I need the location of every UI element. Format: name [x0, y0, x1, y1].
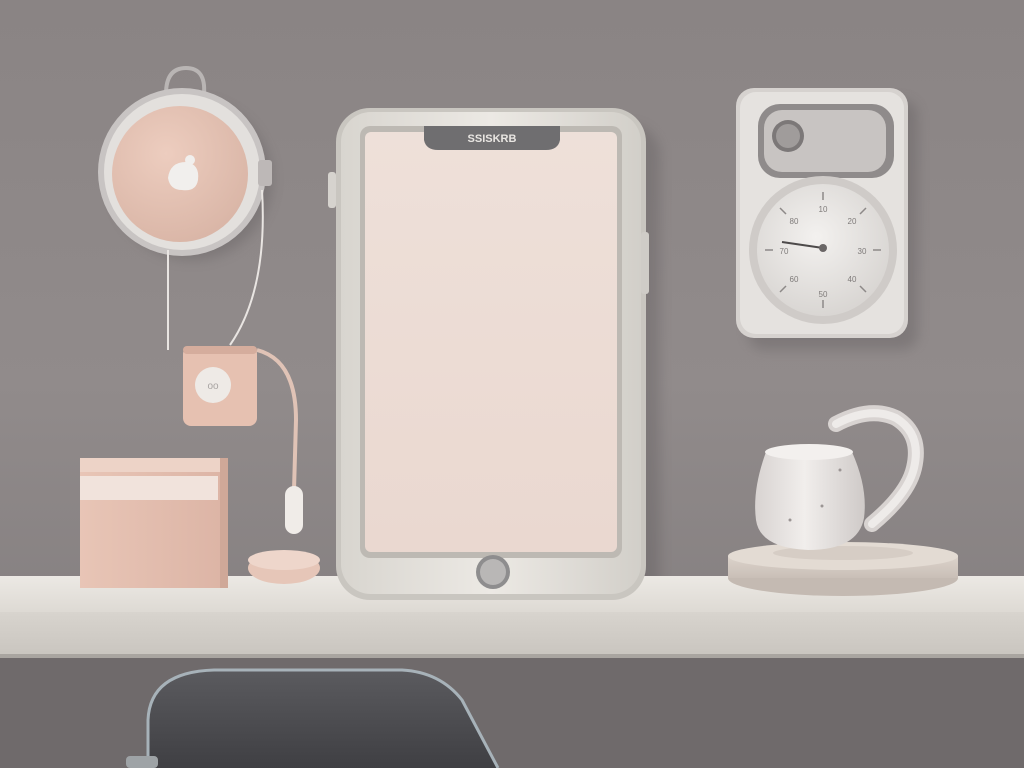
dial-mark: 30: [858, 247, 867, 256]
tablet-screen: [365, 132, 617, 552]
dial-mark: 70: [780, 247, 789, 256]
tablet-brand-text: SSISKRB: [468, 133, 517, 145]
still-life-scene: oo SSISKRB 10 20 30 40 50 60 70 80: [0, 0, 1024, 768]
tablet-device: SSISKRB: [328, 108, 649, 600]
dial-mark: 60: [790, 275, 799, 284]
dial-mark: 40: [848, 275, 857, 284]
wall-gauge-device: 10 20 30 40 50 60 70 80: [736, 88, 908, 338]
dial-mark: 20: [848, 217, 857, 226]
dial-mark: 50: [819, 290, 828, 299]
svg-text:oo: oo: [207, 381, 219, 392]
dial-mark: 10: [819, 205, 828, 214]
chair-back: [126, 668, 500, 768]
scene-illustration: oo SSISKRB 10 20 30 40 50 60 70 80: [0, 0, 1024, 768]
dial-mark: 80: [790, 217, 799, 226]
blush-box: [80, 458, 228, 588]
